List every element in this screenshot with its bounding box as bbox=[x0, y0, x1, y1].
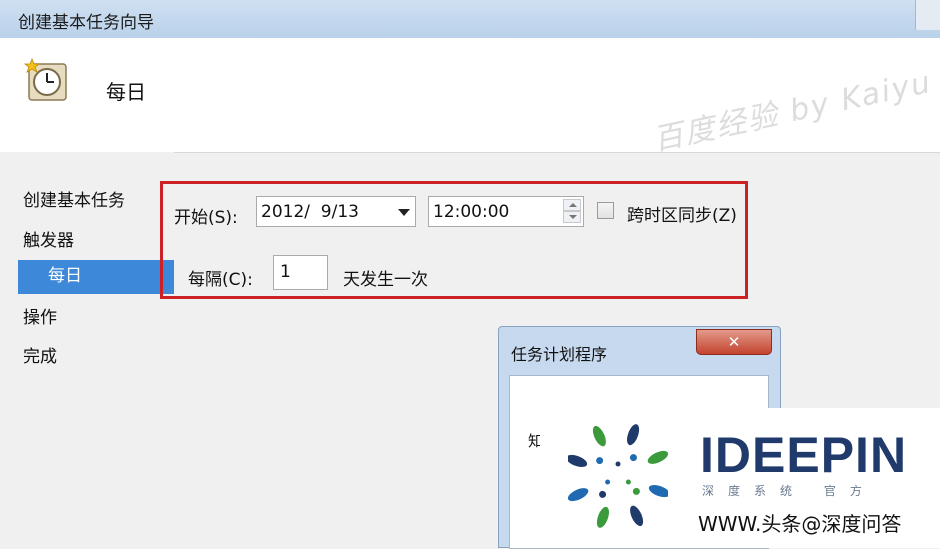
start-time-input[interactable]: 12:00:00 bbox=[428, 196, 584, 227]
recur-days-value: 1 bbox=[280, 262, 291, 282]
start-time-value: 12:00:00 bbox=[433, 202, 510, 222]
brand-subtitle: 深度系统 官方 bbox=[702, 484, 876, 498]
window-control-button[interactable] bbox=[915, 0, 940, 30]
watermark-text: 百度经验 by Kaiyu bbox=[650, 64, 936, 153]
brand-overlay: IDEEPIN 深度系统 官方 WWW.头条@深度问答 bbox=[540, 408, 940, 548]
page-title: 每日 bbox=[106, 80, 146, 104]
wizard-steps: 创建基本任务 触发器 每日 操作 完成 bbox=[0, 152, 174, 548]
wizard-header: 每日 百度经验 by Kaiyu bbox=[0, 38, 940, 153]
nav-item-action[interactable]: 操作 bbox=[23, 303, 57, 328]
spin-down-icon[interactable] bbox=[563, 211, 581, 223]
window-title: 创建基本任务向导 bbox=[18, 13, 154, 33]
recur-days-input[interactable]: 1 bbox=[273, 255, 328, 290]
clock-icon bbox=[24, 58, 67, 101]
start-date-picker[interactable]: 2012/ 9/13 bbox=[256, 196, 416, 227]
chevron-down-icon[interactable] bbox=[398, 209, 410, 216]
watermark-caption: WWW.头条@深度问答 bbox=[698, 512, 902, 536]
brand-name: IDEEPIN bbox=[700, 427, 908, 483]
nav-item-finish[interactable]: 完成 bbox=[23, 342, 57, 367]
deepin-logo-icon bbox=[568, 424, 668, 528]
close-button[interactable]: ✕ bbox=[696, 329, 772, 355]
spin-up-icon[interactable] bbox=[563, 199, 581, 211]
dialog-title: 任务计划程序 bbox=[511, 345, 608, 364]
recur-suffix: 天发生一次 bbox=[343, 270, 428, 290]
nav-item-trigger[interactable]: 触发器 bbox=[23, 226, 74, 251]
sync-timezone-checkbox[interactable] bbox=[597, 202, 614, 219]
nav-item-daily[interactable]: 每日 bbox=[18, 260, 174, 294]
nav-item-create-basic-task[interactable]: 创建基本任务 bbox=[23, 186, 125, 211]
start-date-value: 2012/ 9/13 bbox=[261, 202, 359, 222]
time-spinner[interactable] bbox=[563, 199, 581, 224]
recur-label: 每隔(C): bbox=[188, 270, 253, 290]
sync-timezone-label: 跨时区同步(Z) bbox=[627, 206, 737, 226]
start-label: 开始(S): bbox=[174, 208, 238, 228]
title-bar: 创建基本任务向导 bbox=[0, 0, 940, 39]
